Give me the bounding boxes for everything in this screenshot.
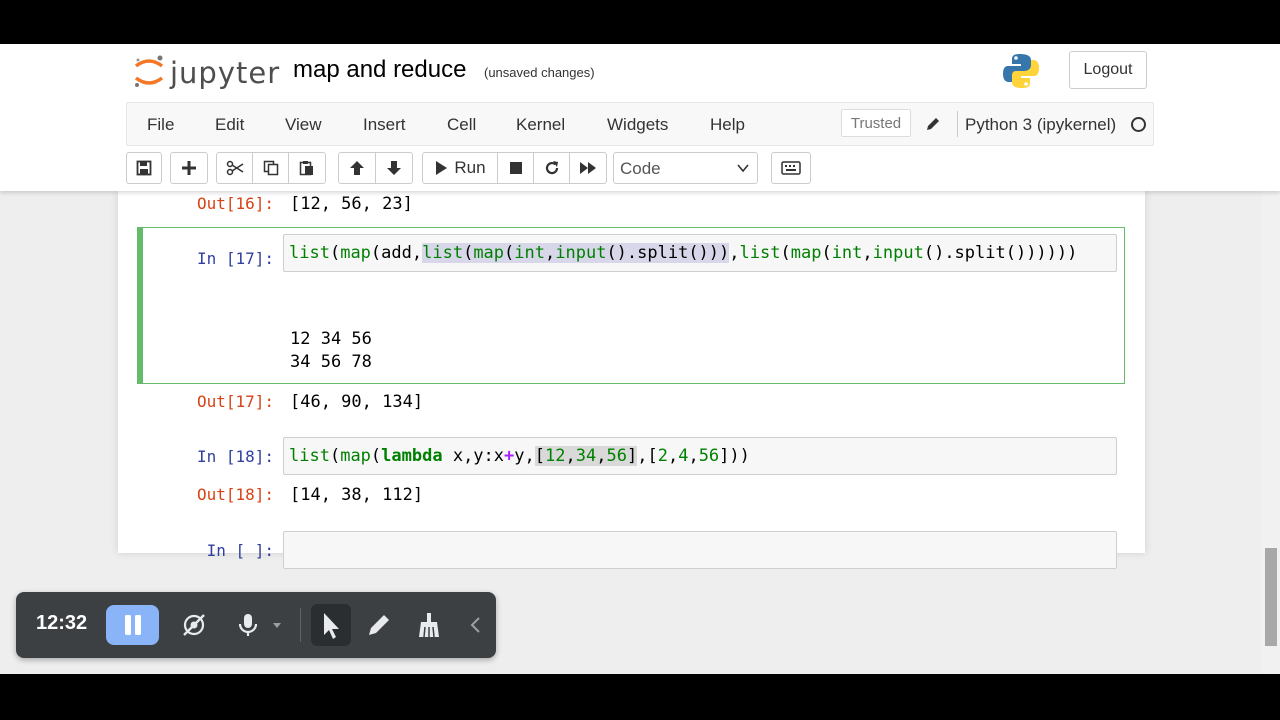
in-prompt-17: In [17]:: [196, 249, 274, 268]
chevron-down-icon: [737, 164, 749, 173]
cell-type-value: Code: [620, 159, 661, 178]
kernel-name[interactable]: Python 3 (ipykernel): [965, 115, 1116, 135]
restart-button[interactable]: [533, 152, 570, 184]
microphone-icon[interactable]: [235, 612, 261, 638]
screen-recorder-bar: 12:32: [16, 592, 496, 658]
menu-edit[interactable]: Edit: [215, 115, 244, 135]
keyboard-icon: [781, 161, 801, 175]
arrow-down-icon: [387, 161, 401, 175]
pause-button[interactable]: [106, 605, 159, 645]
menu-cell[interactable]: Cell: [447, 115, 476, 135]
stdout-17-line2: 34 56 78: [290, 352, 372, 372]
insert-cell-button[interactable]: [170, 152, 208, 184]
jupyter-logo[interactable]: jupyter: [132, 52, 281, 92]
vertical-scrollbar[interactable]: [1262, 191, 1280, 674]
command-palette-button[interactable]: [771, 152, 811, 184]
move-down-button[interactable]: [375, 152, 413, 184]
recorder-separator: [300, 608, 301, 642]
menu-kernel[interactable]: Kernel: [516, 115, 565, 135]
copy-icon: [263, 160, 278, 176]
toolbar: Run Code: [126, 152, 826, 186]
menubar: File Edit View Insert Cell Kernel Widget…: [126, 102, 1154, 146]
paste-button[interactable]: [288, 152, 326, 184]
code-input-18[interactable]: list(map(lambda x,y:x+y,[12,34,56],[2,4,…: [283, 437, 1117, 475]
out-prompt-16: Out[16]:: [196, 194, 274, 213]
save-status: (unsaved changes): [484, 65, 595, 80]
save-icon: [136, 160, 152, 176]
recording-timer: 12:32: [36, 612, 88, 634]
in-prompt-18: In [18]:: [196, 447, 274, 466]
output-18: [14, 38, 112]: [290, 485, 424, 505]
run-label: Run: [454, 158, 486, 177]
pause-icon: [124, 615, 141, 635]
cell-type-select[interactable]: Code: [613, 152, 758, 184]
run-button[interactable]: Run: [422, 152, 498, 184]
notebook-header: jupyter map and reduce (unsaved changes)…: [0, 44, 1280, 191]
logout-button[interactable]: Logout: [1069, 51, 1147, 89]
edit-pencil-icon[interactable]: [924, 115, 942, 133]
python-logo-icon: [1003, 54, 1039, 88]
scissors-icon: [226, 160, 243, 176]
notebook-title[interactable]: map and reduce: [293, 56, 466, 84]
copy-button[interactable]: [252, 152, 289, 184]
play-icon: [436, 161, 448, 175]
interrupt-button[interactable]: [497, 152, 534, 184]
restart-icon: [545, 161, 558, 175]
camera-off-icon[interactable]: [181, 612, 207, 638]
out-prompt-18: Out[18]:: [196, 485, 274, 504]
kernel-status-icon: [1131, 117, 1146, 132]
stdout-17-line1: 12 34 56: [290, 329, 372, 349]
jupyter-logo-text: jupyter: [170, 56, 281, 90]
plus-icon: [182, 161, 196, 175]
arrow-up-icon: [350, 161, 364, 175]
cut-button[interactable]: [216, 152, 253, 184]
notebook-container: Out[16]: [12, 56, 23] In [17]: list(map(…: [118, 191, 1145, 569]
output-16: [12, 56, 23]: [290, 194, 413, 214]
menu-insert[interactable]: Insert: [363, 115, 406, 135]
fast-forward-icon: [580, 162, 596, 174]
eraser-broom-icon[interactable]: [416, 612, 442, 638]
scrollbar-thumb[interactable]: [1265, 548, 1277, 646]
jupyter-logo-icon: [134, 55, 164, 87]
menu-widgets[interactable]: Widgets: [607, 115, 668, 135]
move-up-button[interactable]: [338, 152, 376, 184]
restart-run-all-button[interactable]: [569, 152, 607, 184]
menu-help[interactable]: Help: [710, 115, 745, 135]
in-prompt-empty: In [ ]:: [206, 541, 274, 560]
code-input-17[interactable]: list(map(add,list(map(int,input().split(…: [283, 234, 1117, 272]
trusted-indicator[interactable]: Trusted: [841, 109, 911, 137]
collapse-chevron-icon[interactable]: [468, 616, 482, 634]
output-17: [46, 90, 134]: [290, 392, 424, 412]
screen: jupyter map and reduce (unsaved changes)…: [0, 44, 1280, 674]
paste-icon: [299, 161, 313, 176]
stop-icon: [509, 162, 522, 174]
code-input-empty[interactable]: [283, 531, 1117, 569]
menu-file[interactable]: File: [147, 115, 174, 135]
pen-icon[interactable]: [366, 612, 392, 638]
mic-dropdown-icon[interactable]: [272, 622, 282, 629]
save-button[interactable]: [126, 152, 162, 184]
cursor-pointer-icon: [324, 613, 339, 639]
menu-view[interactable]: View: [285, 115, 322, 135]
out-prompt-17: Out[17]:: [196, 392, 274, 411]
kernel-separator: [957, 111, 958, 137]
